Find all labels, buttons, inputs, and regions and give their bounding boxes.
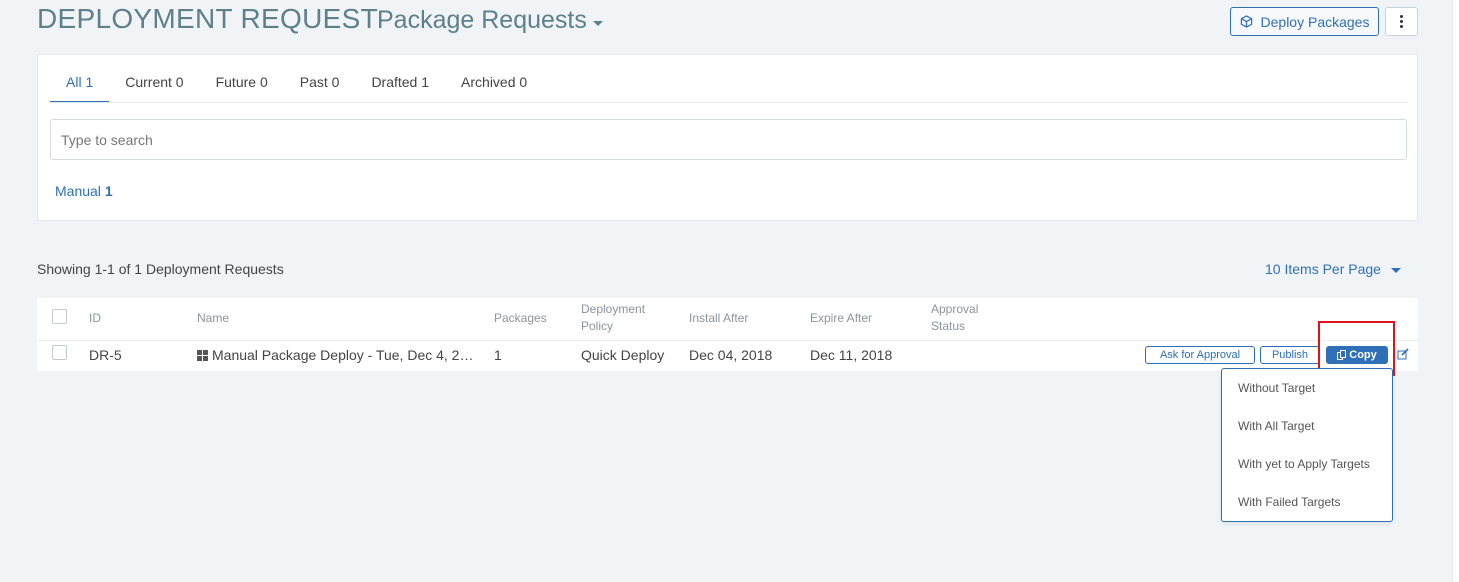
row-packages: 1 xyxy=(494,347,502,363)
header-approval-status: Approval Status xyxy=(931,302,979,333)
scrollbar[interactable] xyxy=(1452,0,1459,582)
page-title: DEPLOYMENT REQUEST xyxy=(37,3,378,34)
header-packages: Packages xyxy=(494,311,547,325)
kebab-dot xyxy=(1400,25,1403,28)
tab-all[interactable]: All 1 xyxy=(50,69,110,103)
row-name-text: Manual Package Deploy - Tue, Dec 4, 2… xyxy=(212,347,474,363)
edit-icon[interactable] xyxy=(1397,348,1409,360)
page: DEPLOYMENT REQUEST Package Requests Depl… xyxy=(0,0,1459,582)
kebab-dot xyxy=(1400,20,1403,23)
per-page-label: 10 Items Per Page xyxy=(1265,261,1381,277)
results-summary: Showing 1-1 of 1 Deployment Requests xyxy=(37,261,284,277)
ask-for-approval-button[interactable]: Ask for Approval xyxy=(1145,346,1255,364)
tab-future[interactable]: Future 0 xyxy=(200,69,284,103)
package-requests-dropdown[interactable]: Package Requests xyxy=(377,6,603,35)
row-name[interactable]: Manual Package Deploy - Tue, Dec 4, 2… xyxy=(197,347,487,363)
row-install-after: Dec 04, 2018 xyxy=(689,347,773,363)
requests-table: ID Name Packages Deployment Policy Insta… xyxy=(37,298,1418,371)
publish-button[interactable]: Publish xyxy=(1260,346,1320,364)
deploy-packages-button[interactable]: Deploy Packages xyxy=(1230,7,1379,36)
menu-item-with-all-target[interactable]: With All Target xyxy=(1238,419,1314,433)
header-expire-after: Expire After xyxy=(810,311,873,325)
windows-icon xyxy=(197,349,208,361)
package-icon xyxy=(1240,15,1252,28)
facet-label: Manual xyxy=(55,183,101,199)
copy-dropdown-menu: Without Target With All Target With yet … xyxy=(1221,368,1393,522)
more-options-button[interactable] xyxy=(1385,7,1418,36)
tab-current[interactable]: Current 0 xyxy=(109,69,199,103)
page-subtitle: Package Requests xyxy=(377,6,587,34)
caret-down-icon xyxy=(1390,267,1401,273)
filter-card: All 1 Current 0 Future 0 Past 0 Drafted … xyxy=(37,54,1418,221)
facet-count: 1 xyxy=(104,183,113,199)
menu-item-without-target[interactable]: Without Target xyxy=(1238,381,1315,395)
menu-item-with-failed-targets[interactable]: With Failed Targets xyxy=(1238,495,1341,509)
row-divider xyxy=(37,340,1418,341)
deploy-packages-label: Deploy Packages xyxy=(1260,13,1370,30)
row-policy: Quick Deploy xyxy=(581,347,665,363)
items-per-page-select[interactable]: 10 Items Per Page xyxy=(1265,261,1401,277)
header-name: Name xyxy=(197,311,230,325)
status-tabs: All 1 Current 0 Future 0 Past 0 Drafted … xyxy=(50,69,543,103)
header-deployment-policy: Deployment Policy xyxy=(581,302,646,333)
tab-drafted[interactable]: Drafted 1 xyxy=(355,69,445,103)
search-input[interactable] xyxy=(50,119,1407,160)
tab-archived[interactable]: Archived 0 xyxy=(445,69,543,103)
row-expire-after: Dec 11, 2018 xyxy=(810,347,893,363)
tab-past[interactable]: Past 0 xyxy=(284,69,356,103)
row-checkbox[interactable] xyxy=(52,345,67,360)
kebab-dot xyxy=(1400,15,1403,18)
row-id[interactable]: DR-5 xyxy=(89,347,122,363)
header-install-after: Install After xyxy=(689,311,749,325)
manual-filter[interactable]: Manual 1 xyxy=(55,183,113,199)
select-all-checkbox[interactable] xyxy=(52,309,67,324)
tabs-divider xyxy=(50,102,1407,103)
caret-down-icon xyxy=(592,21,603,26)
header-id: ID xyxy=(89,311,101,325)
menu-item-with-yet-to-apply-targets[interactable]: With yet to Apply Targets xyxy=(1238,457,1370,471)
